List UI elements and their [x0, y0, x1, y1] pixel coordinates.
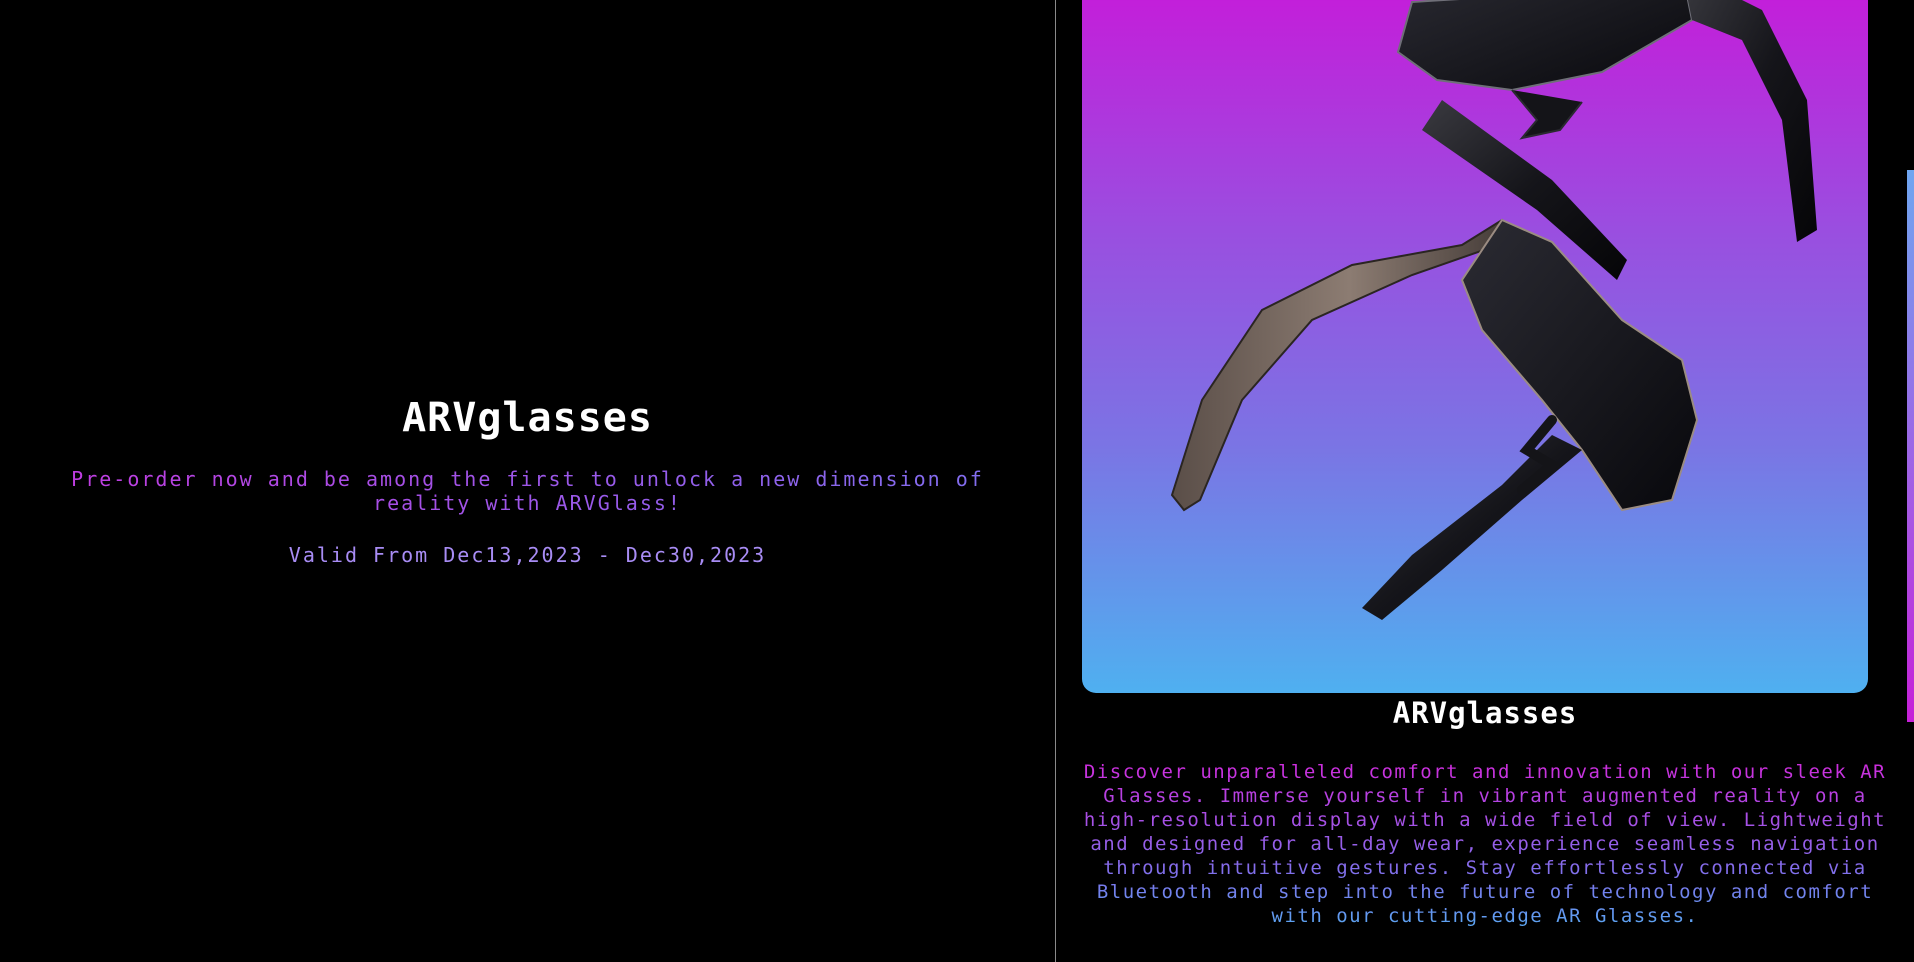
product-image	[1082, 0, 1868, 693]
scrollbar[interactable]	[1907, 170, 1914, 722]
product-description: Discover unparalleled comfort and innova…	[1068, 760, 1902, 928]
product-section: ARVglasses Discover unparalleled comfort…	[1056, 0, 1910, 962]
page: ARVglasses Pre-order now and be among th…	[0, 0, 1914, 962]
hero-title: ARVglasses	[402, 395, 653, 441]
hero-section: ARVglasses Pre-order now and be among th…	[0, 0, 1055, 962]
validity-text: Valid From Dec13,2023 - Dec30,2023	[288, 543, 767, 567]
hero-description: Pre-order now and be among the first to …	[33, 467, 1023, 515]
ar-glasses-icon	[1170, 0, 1817, 620]
product-title: ARVglasses	[1392, 696, 1578, 730]
glasses-lower	[1170, 218, 1699, 620]
glasses-upper	[1396, 0, 1817, 280]
